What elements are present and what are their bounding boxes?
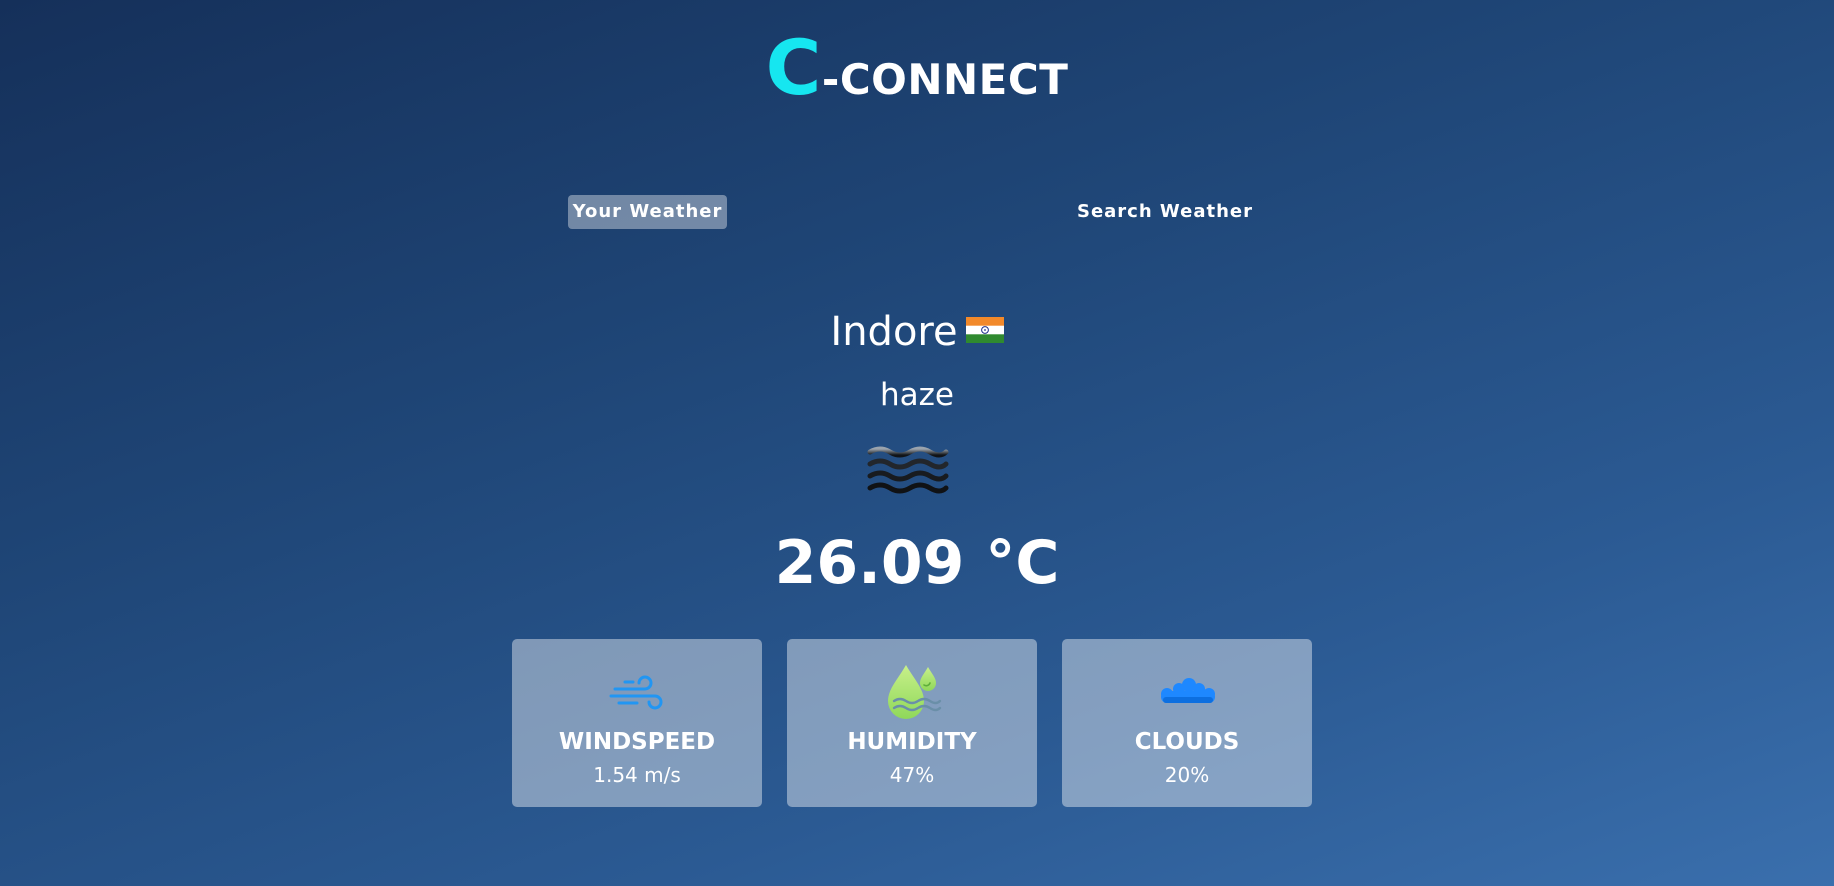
weather-condition: haze [880,377,954,413]
tab-your-weather[interactable]: Your Weather [568,195,727,229]
temperature-value: 26.09 °C [774,528,1060,598]
city-row: Indore [0,306,1834,358]
humidity-label: HUMIDITY [847,729,977,755]
humidity-card: HUMIDITY 47% [787,639,1037,807]
app-logo: C-CONNECT [0,30,1834,106]
clouds-icon [1161,678,1215,703]
logo-text: -CONNECT [821,55,1069,104]
india-flag-icon [965,317,1004,343]
clouds-card: CLOUDS 20% [1062,639,1312,807]
clouds-label: CLOUDS [1134,729,1240,755]
clouds-value: 20% [1164,763,1210,787]
windspeed-value: 1.54 m/s [593,763,681,787]
windspeed-label: WINDSPEED [558,729,716,755]
humidity-icon [888,665,942,719]
wind-icon [609,675,663,710]
city-name: Indore [830,309,958,355]
logo-letter: C [765,23,822,112]
haze-icon [867,446,949,494]
tab-search-weather[interactable]: Search Weather [1075,195,1255,229]
weather-tabs: Your Weather Search Weather [0,195,1834,229]
windspeed-card: WINDSPEED 1.54 m/s [512,639,762,807]
humidity-value: 47% [889,763,935,787]
